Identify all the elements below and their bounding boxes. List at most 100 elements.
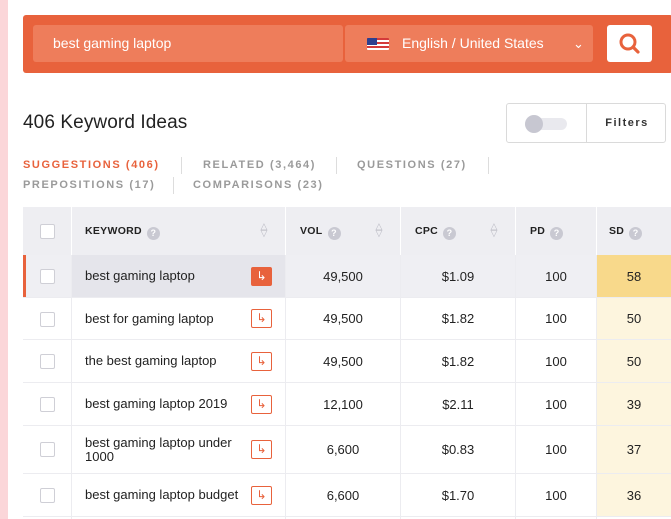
- table-row[interactable]: best gaming laptop 2019 ↳ 12,100 $2.11 1…: [23, 383, 671, 426]
- us-flag-icon: [367, 38, 389, 50]
- tab-divider: [488, 157, 489, 174]
- cpc-cell: $0.83: [441, 442, 475, 457]
- vol-cell: 6,600: [326, 487, 360, 503]
- page-title: 406 Keyword Ideas: [23, 112, 188, 133]
- table-header: KEYWORD? △ ▽ VOL? △ ▽ CPC? △ ▽ PD? SD?: [23, 207, 671, 255]
- keyword-cell: the best gaming laptop ↳: [71, 340, 285, 382]
- tab-suggestions[interactable]: SUGGESTIONS (406): [23, 159, 160, 171]
- cpc-cell: $1.82: [441, 353, 475, 369]
- row-checkbox[interactable]: [40, 442, 55, 457]
- tab-divider: [173, 177, 174, 194]
- pd-cell: 100: [545, 396, 567, 412]
- vol-cell: 49,500: [323, 353, 363, 369]
- row-checkbox[interactable]: [40, 354, 55, 369]
- sd-cell: 50: [597, 298, 671, 339]
- row-checkbox[interactable]: [40, 397, 55, 412]
- keyword-link[interactable]: best for gaming laptop: [85, 311, 250, 326]
- column-sd[interactable]: SD?: [609, 207, 643, 255]
- keyword-table: KEYWORD? △ ▽ VOL? △ ▽ CPC? △ ▽ PD? SD? best…: [23, 207, 671, 519]
- column-divider: [515, 207, 516, 255]
- column-pd[interactable]: PD?: [530, 207, 564, 255]
- column-keyword[interactable]: KEYWORD?: [85, 207, 160, 255]
- column-label: VOL: [300, 225, 323, 237]
- keyword-cell: best gaming laptop under 1000 ↳: [71, 426, 285, 473]
- row-checkbox[interactable]: [40, 269, 55, 284]
- cpc-cell: $2.11: [442, 396, 474, 412]
- column-label: CPC: [415, 225, 439, 237]
- keyword-link[interactable]: best gaming laptop under 1000: [85, 435, 250, 464]
- explore-arrow-icon[interactable]: ↳: [251, 309, 272, 328]
- help-icon[interactable]: ?: [550, 227, 564, 240]
- column-divider: [285, 207, 286, 255]
- row-checkbox[interactable]: [40, 312, 55, 327]
- table-row[interactable]: the best gaming laptop ↳ 49,500 $1.82 10…: [23, 340, 671, 383]
- vol-cell: 12,100: [323, 396, 363, 412]
- pd-cell: 100: [545, 311, 567, 326]
- tab-questions[interactable]: QUESTIONS (27): [357, 159, 467, 171]
- column-divider: [515, 255, 516, 519]
- explore-arrow-icon[interactable]: ↳: [251, 440, 272, 459]
- column-divider: [596, 255, 597, 519]
- filters-button[interactable]: Filters: [587, 104, 667, 142]
- column-divider: [71, 207, 72, 255]
- cpc-cell: $1.70: [441, 487, 475, 503]
- sd-cell: 50: [597, 340, 671, 382]
- keyword-link[interactable]: best gaming laptop: [85, 269, 250, 283]
- explore-arrow-icon[interactable]: ↳: [251, 485, 272, 505]
- keyword-tool-panel: best gaming laptop English / United Stat…: [8, 0, 671, 519]
- sd-cell: 39: [597, 383, 671, 425]
- search-input[interactable]: best gaming laptop: [33, 25, 343, 62]
- language-select[interactable]: English / United States ⌄: [345, 25, 593, 62]
- column-vol[interactable]: VOL?: [300, 207, 341, 255]
- explore-arrow-icon[interactable]: ↳: [251, 266, 272, 286]
- tab-divider: [181, 157, 182, 174]
- tab-comparisons[interactable]: COMPARISONS (23): [193, 179, 324, 191]
- vol-cell: 49,500: [323, 268, 363, 284]
- search-icon: [619, 33, 640, 54]
- column-divider: [71, 255, 72, 519]
- language-label: English / United States: [402, 35, 544, 51]
- keyword-cell: best gaming laptop budget ↳: [71, 474, 285, 516]
- sort-icon[interactable]: △ ▽: [374, 222, 384, 238]
- help-icon[interactable]: ?: [629, 227, 643, 240]
- row-checkbox[interactable]: [40, 488, 55, 503]
- keyword-link[interactable]: the best gaming laptop: [85, 354, 250, 368]
- select-all-checkbox[interactable]: [40, 224, 55, 239]
- keyword-cell: best gaming laptop ↳: [71, 255, 285, 297]
- cpc-cell: $1.82: [441, 311, 475, 326]
- filter-controls: Filters: [506, 103, 666, 143]
- column-label: SD: [609, 225, 625, 237]
- column-label: PD: [530, 225, 546, 237]
- toggle-knob[interactable]: [525, 115, 543, 133]
- explore-arrow-icon[interactable]: ↳: [251, 351, 272, 371]
- pd-cell: 100: [545, 487, 567, 503]
- selected-row-marker: [23, 255, 26, 297]
- pd-cell: 100: [545, 353, 567, 369]
- help-icon[interactable]: ?: [443, 227, 457, 240]
- column-label: KEYWORD: [85, 225, 142, 237]
- tab-prepositions[interactable]: PREPOSITIONS (17): [23, 179, 155, 191]
- table-row[interactable]: best gaming laptop under 1000 ↳ 6,600 $0…: [23, 426, 671, 474]
- column-cpc[interactable]: CPC?: [415, 207, 457, 255]
- tab-related[interactable]: RELATED (3,464): [203, 159, 316, 171]
- table-row[interactable]: best gaming laptop budget ↳ 6,600 $1.70 …: [23, 474, 671, 517]
- search-button[interactable]: [607, 25, 652, 62]
- keyword-link[interactable]: best gaming laptop 2019: [85, 397, 250, 411]
- vol-cell: 49,500: [323, 311, 363, 326]
- sort-icon[interactable]: △ ▽: [489, 222, 499, 238]
- tab-divider: [336, 157, 337, 174]
- keyword-link[interactable]: best gaming laptop budget: [85, 488, 250, 502]
- keyword-cell: best for gaming laptop ↳: [71, 298, 285, 339]
- vol-cell: 6,600: [326, 442, 360, 457]
- sort-icon[interactable]: △ ▽: [259, 222, 269, 238]
- search-bar: best gaming laptop English / United Stat…: [23, 15, 671, 73]
- pd-cell: 100: [545, 268, 567, 284]
- column-divider: [596, 207, 597, 255]
- help-icon[interactable]: ?: [327, 227, 341, 240]
- explore-arrow-icon[interactable]: ↳: [251, 394, 272, 414]
- column-divider: [285, 255, 286, 519]
- help-icon[interactable]: ?: [146, 227, 160, 240]
- table-row[interactable]: best for gaming laptop ↳ 49,500 $1.82 10…: [23, 298, 671, 340]
- chevron-down-icon: ⌄: [573, 36, 584, 51]
- table-row[interactable]: best gaming laptop ↳ 49,500 $1.09 100 58: [23, 255, 671, 298]
